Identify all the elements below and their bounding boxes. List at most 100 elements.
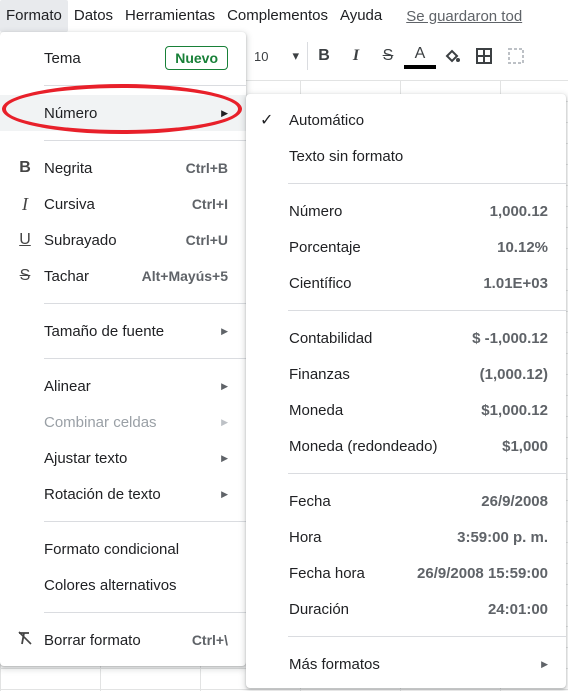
font-size-value: 10 bbox=[254, 48, 269, 64]
format-example: 1,000.12 bbox=[489, 202, 548, 220]
submenu-item-fecha-hora[interactable]: Fecha hora 26/9/2008 15:59:00 bbox=[246, 555, 566, 591]
italic-button[interactable]: I bbox=[340, 40, 372, 72]
italic-icon: I bbox=[22, 193, 28, 214]
menu-item-tema[interactable]: Tema Nuevo bbox=[0, 40, 246, 76]
menu-item-label: Negrita bbox=[44, 159, 93, 177]
submenu-item-fecha[interactable]: Fecha 26/9/2008 bbox=[246, 483, 566, 519]
menu-item-label: Formato condicional bbox=[44, 540, 180, 558]
submenu-arrow-icon: ▶ bbox=[221, 416, 228, 427]
text-color-button[interactable]: A bbox=[404, 43, 436, 69]
menu-item-label: Más formatos bbox=[289, 655, 380, 673]
submenu-item-numero[interactable]: Número 1,000.12 bbox=[246, 193, 566, 229]
divider bbox=[288, 310, 566, 311]
format-menu: Tema Nuevo Número ▶ B Negrita Ctrl+B I C… bbox=[0, 32, 246, 666]
menu-item-label: Tamaño de fuente bbox=[44, 322, 165, 340]
format-example: $ -1,000.12 bbox=[472, 329, 548, 347]
bold-icon: B bbox=[19, 159, 31, 176]
menu-item-label: Alinear bbox=[44, 377, 91, 395]
menu-item-label: Rotación de texto bbox=[44, 485, 161, 503]
merge-cells-icon[interactable] bbox=[500, 40, 532, 72]
menu-datos[interactable]: Datos bbox=[68, 0, 119, 32]
menu-item-label: Ajustar texto bbox=[44, 449, 128, 467]
submenu-item-finanzas[interactable]: Finanzas (1,000.12) bbox=[246, 356, 566, 392]
menu-herramientas[interactable]: Herramientas bbox=[119, 0, 221, 32]
submenu-item-moneda-redondeado[interactable]: Moneda (redondeado) $1,000 bbox=[246, 428, 566, 464]
format-example: $1,000 bbox=[502, 437, 548, 455]
shortcut-label: Alt+Mayús+5 bbox=[141, 268, 228, 284]
number-format-submenu: ✓ Automático Texto sin formato Número 1,… bbox=[246, 94, 566, 688]
menu-item-label: Contabilidad bbox=[289, 329, 373, 347]
menu-item-tamano-fuente[interactable]: Tamaño de fuente ▶ bbox=[0, 313, 246, 349]
menu-item-rotacion-texto[interactable]: Rotación de texto ▶ bbox=[0, 476, 246, 512]
menu-item-formato-condicional[interactable]: Formato condicional bbox=[0, 531, 246, 567]
strikethrough-icon: S bbox=[19, 267, 31, 284]
menu-item-label: Duración bbox=[289, 600, 350, 618]
clear-format-icon bbox=[14, 630, 36, 651]
divider bbox=[44, 521, 246, 522]
menu-bar: Formato Datos Herramientas Complementos … bbox=[0, 0, 568, 32]
menu-item-borrar-formato[interactable]: Borrar formato Ctrl+\ bbox=[0, 622, 246, 658]
bold-button[interactable]: B bbox=[308, 40, 340, 72]
shortcut-label: Ctrl+B bbox=[185, 160, 228, 176]
underline-icon: U bbox=[19, 231, 31, 248]
menu-item-tachar[interactable]: S Tachar Alt+Mayús+5 bbox=[0, 258, 246, 294]
format-example: 1.01E+03 bbox=[483, 274, 548, 292]
menu-item-alinear[interactable]: Alinear ▶ bbox=[0, 368, 246, 404]
borders-icon[interactable] bbox=[468, 40, 500, 72]
menu-item-label: Automático bbox=[289, 111, 365, 129]
submenu-arrow-icon: ▶ bbox=[221, 452, 228, 463]
submenu-item-duracion[interactable]: Duración 24:01:00 bbox=[246, 591, 566, 627]
menu-item-label: Borrar formato bbox=[44, 631, 141, 649]
format-example: 24:01:00 bbox=[487, 600, 548, 618]
format-example: 3:59:00 p. m. bbox=[457, 528, 548, 546]
new-badge: Nuevo bbox=[165, 46, 228, 70]
menu-item-label: Colores alternativos bbox=[44, 576, 177, 594]
divider bbox=[44, 303, 246, 304]
menu-ayuda[interactable]: Ayuda bbox=[334, 0, 388, 32]
font-size-select[interactable]: 10 ▾ bbox=[246, 42, 308, 70]
submenu-item-moneda[interactable]: Moneda $1,000.12 bbox=[246, 392, 566, 428]
menu-item-numero[interactable]: Número ▶ bbox=[0, 95, 246, 131]
menu-item-negrita[interactable]: B Negrita Ctrl+B bbox=[0, 150, 246, 186]
menu-item-combinar-celdas: Combinar celdas ▶ bbox=[0, 404, 246, 440]
submenu-item-texto-sin-formato[interactable]: Texto sin formato bbox=[246, 138, 566, 174]
strikethrough-button[interactable]: S bbox=[372, 40, 404, 72]
save-status-link[interactable]: Se guardaron tod bbox=[388, 8, 522, 25]
menu-item-colores-alternativos[interactable]: Colores alternativos bbox=[0, 567, 246, 603]
menu-item-label: Hora bbox=[289, 528, 322, 546]
menu-item-cursiva[interactable]: I Cursiva Ctrl+I bbox=[0, 186, 246, 222]
menu-complementos[interactable]: Complementos bbox=[221, 0, 334, 32]
menu-item-label: Texto sin formato bbox=[289, 147, 404, 165]
format-example: 10.12% bbox=[497, 238, 548, 256]
format-example: 26/9/2008 bbox=[481, 492, 548, 510]
menu-item-label: Fecha hora bbox=[289, 564, 365, 582]
menu-item-ajustar-texto[interactable]: Ajustar texto ▶ bbox=[0, 440, 246, 476]
checkmark-icon: ✓ bbox=[260, 112, 274, 129]
submenu-arrow-icon: ▶ bbox=[221, 488, 228, 499]
menu-item-label: Científico bbox=[289, 274, 352, 292]
submenu-item-cientifico[interactable]: Científico 1.01E+03 bbox=[246, 265, 566, 301]
menu-item-subrayado[interactable]: U Subrayado Ctrl+U bbox=[0, 222, 246, 258]
menu-item-label: Cursiva bbox=[44, 195, 95, 213]
submenu-arrow-icon: ▶ bbox=[221, 380, 228, 391]
format-example: (1,000.12) bbox=[479, 365, 548, 383]
shortcut-label: Ctrl+U bbox=[185, 232, 228, 248]
divider bbox=[288, 473, 566, 474]
menu-item-label: Subrayado bbox=[44, 231, 117, 249]
submenu-item-mas-formatos[interactable]: Más formatos ▶ bbox=[246, 646, 566, 682]
submenu-arrow-icon: ▶ bbox=[221, 107, 228, 118]
divider bbox=[44, 85, 246, 86]
submenu-item-automatico[interactable]: ✓ Automático bbox=[246, 102, 566, 138]
submenu-item-contabilidad[interactable]: Contabilidad $ -1,000.12 bbox=[246, 320, 566, 356]
submenu-item-hora[interactable]: Hora 3:59:00 p. m. bbox=[246, 519, 566, 555]
menu-item-label: Tachar bbox=[44, 267, 90, 285]
fill-color-icon[interactable] bbox=[436, 40, 468, 72]
menu-item-label: Número bbox=[289, 202, 343, 220]
dropdown-arrow-icon: ▾ bbox=[292, 48, 299, 63]
submenu-item-porcentaje[interactable]: Porcentaje 10.12% bbox=[246, 229, 566, 265]
divider bbox=[288, 183, 566, 184]
divider bbox=[44, 358, 246, 359]
menu-item-label: Moneda (redondeado) bbox=[289, 437, 438, 455]
menu-formato[interactable]: Formato bbox=[0, 0, 68, 32]
divider bbox=[288, 636, 566, 637]
